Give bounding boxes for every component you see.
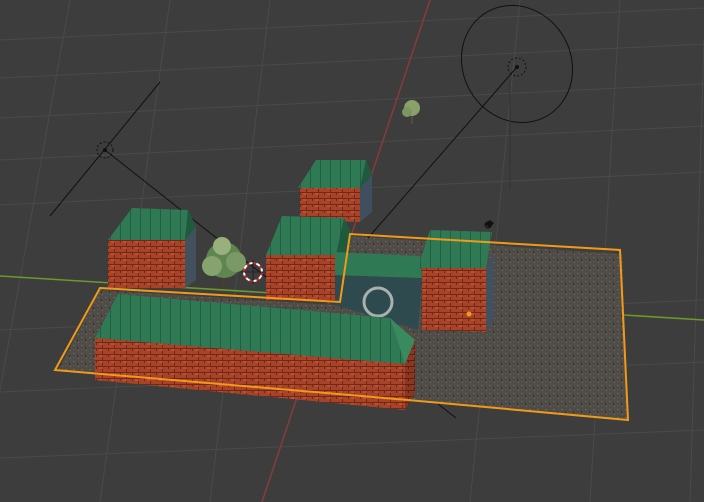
camera-small-icon[interactable] — [484, 220, 494, 229]
building-right-tower[interactable] — [418, 230, 494, 332]
tree-main[interactable] — [202, 237, 246, 286]
viewport-canvas[interactable] — [0, 0, 704, 502]
building-back[interactable] — [298, 160, 372, 222]
building-left[interactable] — [108, 208, 196, 288]
light-direction-line — [437, 403, 457, 419]
3d-viewport[interactable] — [0, 0, 704, 502]
light-right-object[interactable] — [367, 0, 594, 239]
tree-distant[interactable] — [402, 100, 420, 124]
